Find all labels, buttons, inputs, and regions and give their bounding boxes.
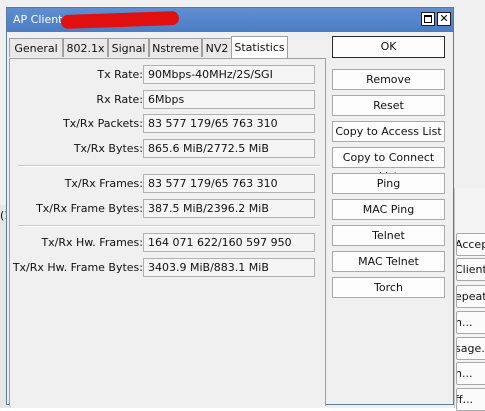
tx-rate-row: Tx Rate: 90Mbps-40MHz/2S/SGI bbox=[10, 65, 327, 84]
txrx-frames-row: Tx/Rx Frames: 83 577 179/65 763 310 bbox=[10, 174, 327, 193]
rx-rate-row: Rx Rate: 6Mbps bbox=[10, 90, 327, 109]
tab-statistics[interactable]: Statistics bbox=[231, 36, 288, 58]
tab-8021x[interactable]: 802.1x bbox=[63, 38, 108, 57]
background-button-3[interactable]: n... bbox=[456, 311, 485, 334]
txrx-frames-field[interactable]: 83 577 179/65 763 310 bbox=[143, 174, 315, 193]
ok-button[interactable]: OK bbox=[332, 36, 445, 58]
txrx-frame-bytes-field[interactable]: 387.5 MiB/2396.2 MiB bbox=[143, 199, 315, 218]
window-title: AP Client bbox=[13, 13, 63, 26]
txrx-packets-field[interactable]: 83 577 179/65 763 310 bbox=[143, 114, 315, 133]
background-button-client[interactable]: Client bbox=[456, 258, 485, 281]
txrx-hw-frames-field[interactable]: 164 071 622/160 597 950 bbox=[143, 233, 315, 252]
background-button-5[interactable]: n... bbox=[456, 362, 485, 385]
ap-client-window: AP Client ✕ General 802.1x Signal Nstrem… bbox=[6, 7, 454, 406]
rx-rate-field[interactable]: 6Mbps bbox=[143, 90, 315, 109]
txrx-hw-frames-label: Tx/Rx Hw. Frames: bbox=[41, 236, 143, 249]
background-button-message[interactable]: sage... bbox=[456, 337, 485, 360]
txrx-packets-row: Tx/Rx Packets: 83 577 179/65 763 310 bbox=[10, 114, 327, 133]
remove-button[interactable]: Remove bbox=[332, 69, 445, 90]
tx-rate-field[interactable]: 90Mbps-40MHz/2S/SGI bbox=[143, 65, 315, 84]
tab-nv2[interactable]: NV2 bbox=[202, 38, 232, 57]
txrx-hw-frames-row: Tx/Rx Hw. Frames: 164 071 622/160 597 95… bbox=[10, 233, 327, 252]
background-button-accept[interactable]: Accept bbox=[456, 233, 485, 256]
tab-general[interactable]: General bbox=[9, 38, 63, 57]
torch-button[interactable]: Torch bbox=[332, 277, 445, 298]
statistics-panel: Tx Rate: 90Mbps-40MHz/2S/SGI Rx Rate: 6M… bbox=[9, 58, 326, 406]
ping-button[interactable]: Ping bbox=[332, 173, 445, 194]
maximize-button[interactable] bbox=[421, 12, 435, 26]
tx-rate-label: Tx Rate: bbox=[97, 68, 143, 81]
mac-ping-button[interactable]: MAC Ping bbox=[332, 199, 445, 220]
txrx-hw-frame-bytes-row: Tx/Rx Hw. Frame Bytes: 3403.9 MiB/883.1 … bbox=[10, 258, 327, 277]
txrx-packets-label: Tx/Rx Packets: bbox=[62, 117, 143, 130]
reset-button[interactable]: Reset bbox=[332, 95, 445, 116]
txrx-frame-bytes-label: Tx/Rx Frame Bytes: bbox=[36, 202, 143, 215]
txrx-bytes-row: Tx/Rx Bytes: 865.6 MiB/2772.5 MiB bbox=[10, 139, 327, 158]
tab-nstreme[interactable]: Nstreme bbox=[149, 38, 202, 57]
copy-to-connect-list-button[interactable]: Copy to Connect List bbox=[332, 147, 445, 183]
txrx-bytes-label: Tx/Rx Bytes: bbox=[73, 142, 143, 155]
txrx-frame-bytes-row: Tx/Rx Frame Bytes: 387.5 MiB/2396.2 MiB bbox=[10, 199, 327, 218]
background-button-repeat[interactable]: epeat bbox=[456, 285, 485, 308]
tab-signal[interactable]: Signal bbox=[108, 38, 149, 57]
redaction-mark bbox=[60, 10, 180, 30]
maximize-icon bbox=[424, 15, 432, 23]
close-button[interactable]: ✕ bbox=[437, 12, 451, 26]
txrx-hw-frame-bytes-label: Tx/Rx Hw. Frame Bytes: bbox=[12, 261, 143, 274]
separator bbox=[18, 225, 320, 227]
separator bbox=[18, 165, 320, 167]
mac-telnet-button[interactable]: MAC Telnet bbox=[332, 251, 445, 272]
rx-rate-label: Rx Rate: bbox=[96, 93, 143, 106]
title-bar[interactable]: AP Client ✕ bbox=[7, 8, 453, 32]
txrx-hw-frame-bytes-field[interactable]: 3403.9 MiB/883.1 MiB bbox=[143, 258, 315, 277]
txrx-bytes-field[interactable]: 865.6 MiB/2772.5 MiB bbox=[143, 139, 315, 158]
telnet-button[interactable]: Telnet bbox=[332, 225, 445, 246]
copy-to-access-list-button[interactable]: Copy to Access List bbox=[332, 121, 445, 142]
txrx-frames-label: Tx/Rx Frames: bbox=[64, 177, 143, 190]
